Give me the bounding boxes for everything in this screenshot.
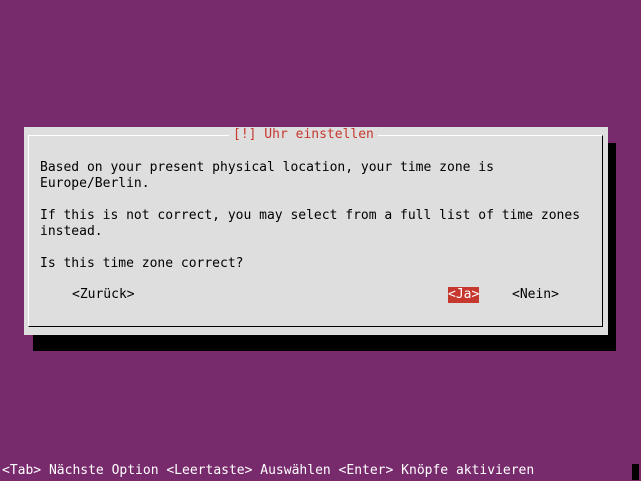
option-line-2: instead. (40, 224, 103, 239)
question-text: Is this time zone correct? (40, 256, 244, 271)
terminal-cursor (632, 464, 639, 480)
keyboard-help-bar: <Tab> Nächste Option <Leertaste> Auswähl… (2, 463, 535, 478)
dialog-title: [!] Uhr einstellen (229, 127, 378, 143)
option-line-1: If this is not correct, you may select f… (40, 208, 581, 223)
back-button[interactable]: <Zurück> (72, 287, 135, 303)
location-line-2: Europe/Berlin. (40, 176, 150, 191)
no-button[interactable]: <Nein> (512, 287, 559, 303)
location-line-1: Based on your present physical location,… (40, 160, 494, 175)
yes-button[interactable]: <Ja> (448, 287, 480, 303)
timezone-dialog: [!] Uhr einstellen Based on your present… (24, 127, 608, 335)
